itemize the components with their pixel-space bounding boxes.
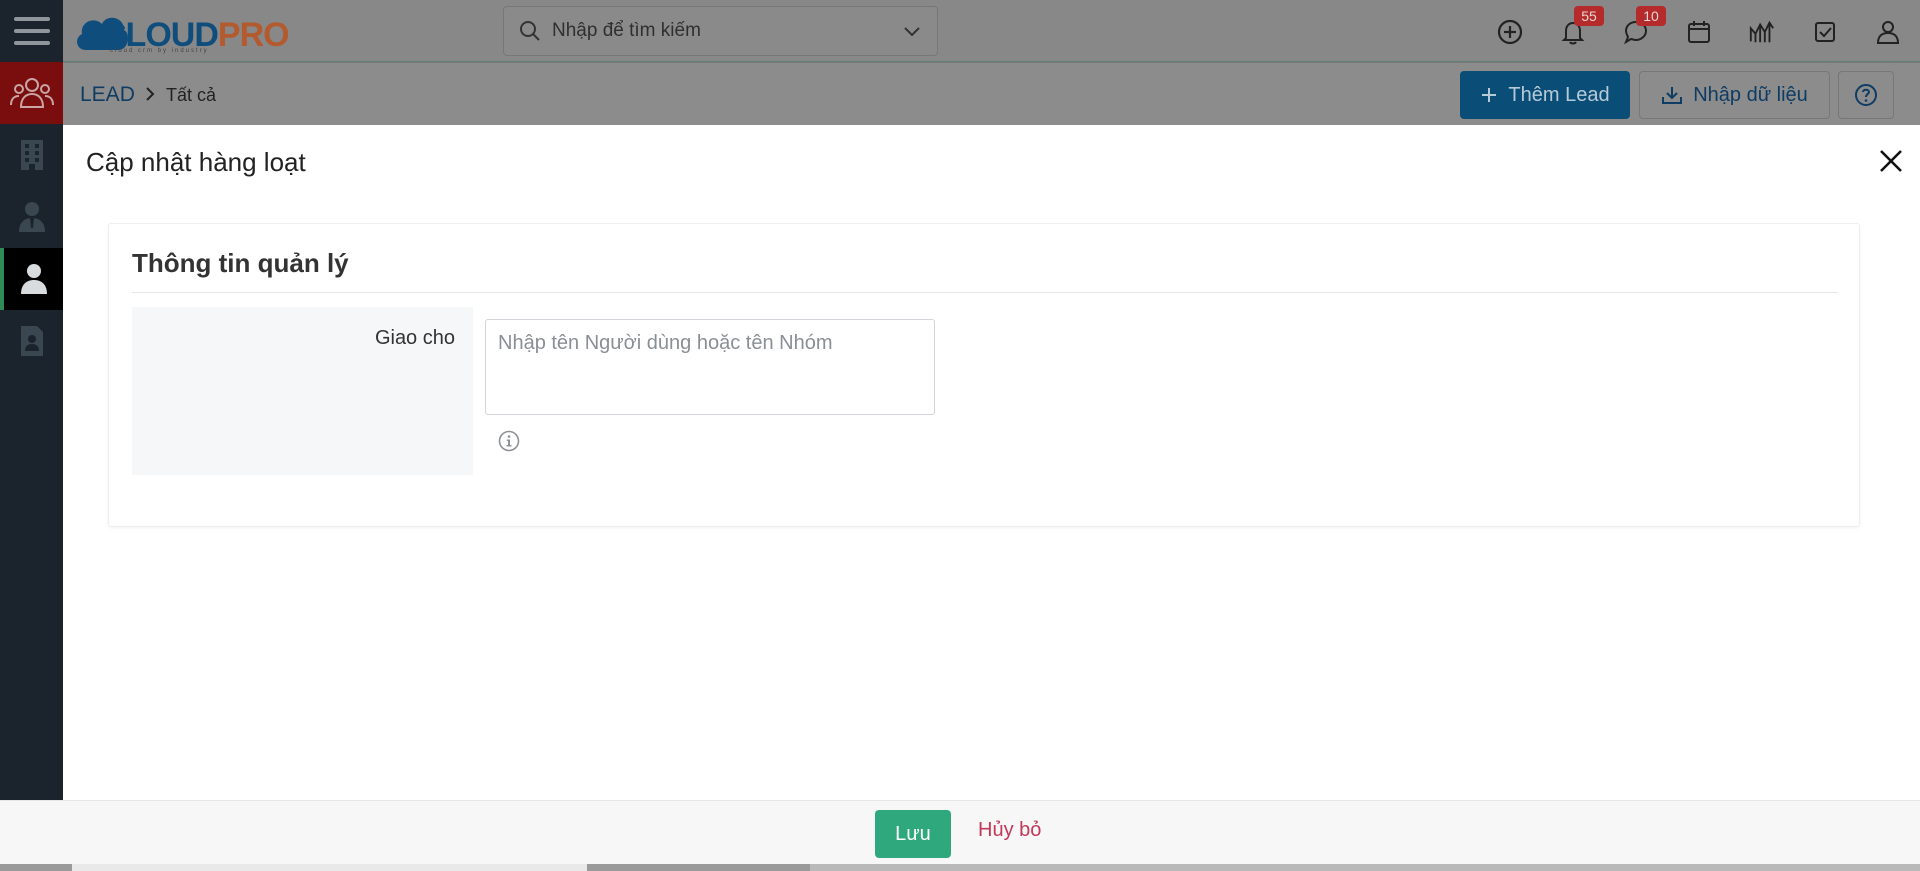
close-icon[interactable] [1875, 145, 1907, 177]
checkbox-icon[interactable] [1811, 18, 1839, 46]
chart-icon[interactable] [1748, 18, 1776, 46]
contact-icon [18, 202, 45, 232]
logo[interactable]: CLOUDPRO cloud crm by industry [72, 6, 302, 56]
sidebar-item-documents[interactable] [0, 310, 63, 372]
global-search[interactable] [503, 6, 938, 56]
sidebar-item-contacts[interactable] [0, 186, 63, 248]
page-bottom-edge [0, 864, 1920, 871]
import-data-button[interactable]: Nhập dữ liệu [1639, 71, 1830, 119]
messages-badge: 10 [1636, 6, 1666, 26]
add-lead-label: Thêm Lead [1508, 83, 1610, 106]
help-icon [1855, 84, 1877, 106]
breadcrumb: LEAD Tất cả Thêm Lead Nhập dữ liệu [63, 63, 1920, 125]
assign-to-input[interactable] [485, 319, 935, 415]
download-icon [1662, 87, 1683, 104]
save-button[interactable]: Lưu [875, 810, 951, 858]
dialog-title: Cập nhật hàng loạt [86, 147, 306, 177]
top-bar: CLOUDPRO cloud crm by industry 55 10 [0, 0, 1920, 62]
section-divider [132, 292, 1838, 293]
mass-update-dialog: Cập nhật hàng loạt Thông tin quản lý Gia… [63, 125, 1920, 800]
calendar-icon[interactable] [1685, 18, 1713, 46]
add-lead-button[interactable]: Thêm Lead [1460, 71, 1630, 119]
sidebar-item-leads[interactable] [0, 62, 63, 124]
dialog-footer: Lưu Hủy bỏ [0, 800, 1920, 864]
user-icon[interactable] [1874, 18, 1902, 46]
import-data-label: Nhập dữ liệu [1693, 83, 1808, 106]
left-sidebar [0, 62, 63, 802]
chevron-right-icon [146, 87, 155, 101]
building-icon [20, 140, 43, 170]
chevron-down-icon[interactable] [901, 21, 923, 43]
help-button[interactable] [1838, 71, 1894, 119]
group-icon [9, 78, 54, 108]
hamburger-icon[interactable] [0, 0, 63, 62]
notifications-badge: 55 [1574, 6, 1604, 26]
sidebar-item-users[interactable] [0, 248, 63, 310]
breadcrumb-module[interactable]: LEAD [80, 83, 135, 107]
person-icon [20, 264, 47, 294]
breadcrumb-view: Tất cả [166, 85, 217, 105]
assign-to-label: Giao cho [374, 327, 455, 349]
search-input[interactable] [552, 20, 892, 42]
section-title: Thông tin quản lý [132, 248, 349, 278]
assign-label-cell: Giao cho [132, 307, 473, 475]
search-icon [520, 21, 540, 41]
management-info-section: Thông tin quản lý Giao cho [108, 223, 1860, 527]
document-icon [20, 326, 43, 356]
plus-circle-icon[interactable] [1496, 18, 1524, 46]
logo-tagline: cloud crm by industry [110, 48, 209, 54]
info-icon[interactable] [497, 429, 521, 453]
sidebar-item-organizations[interactable] [0, 124, 63, 186]
cancel-button[interactable]: Hủy bỏ [978, 819, 1041, 842]
plus-icon [1482, 88, 1497, 102]
